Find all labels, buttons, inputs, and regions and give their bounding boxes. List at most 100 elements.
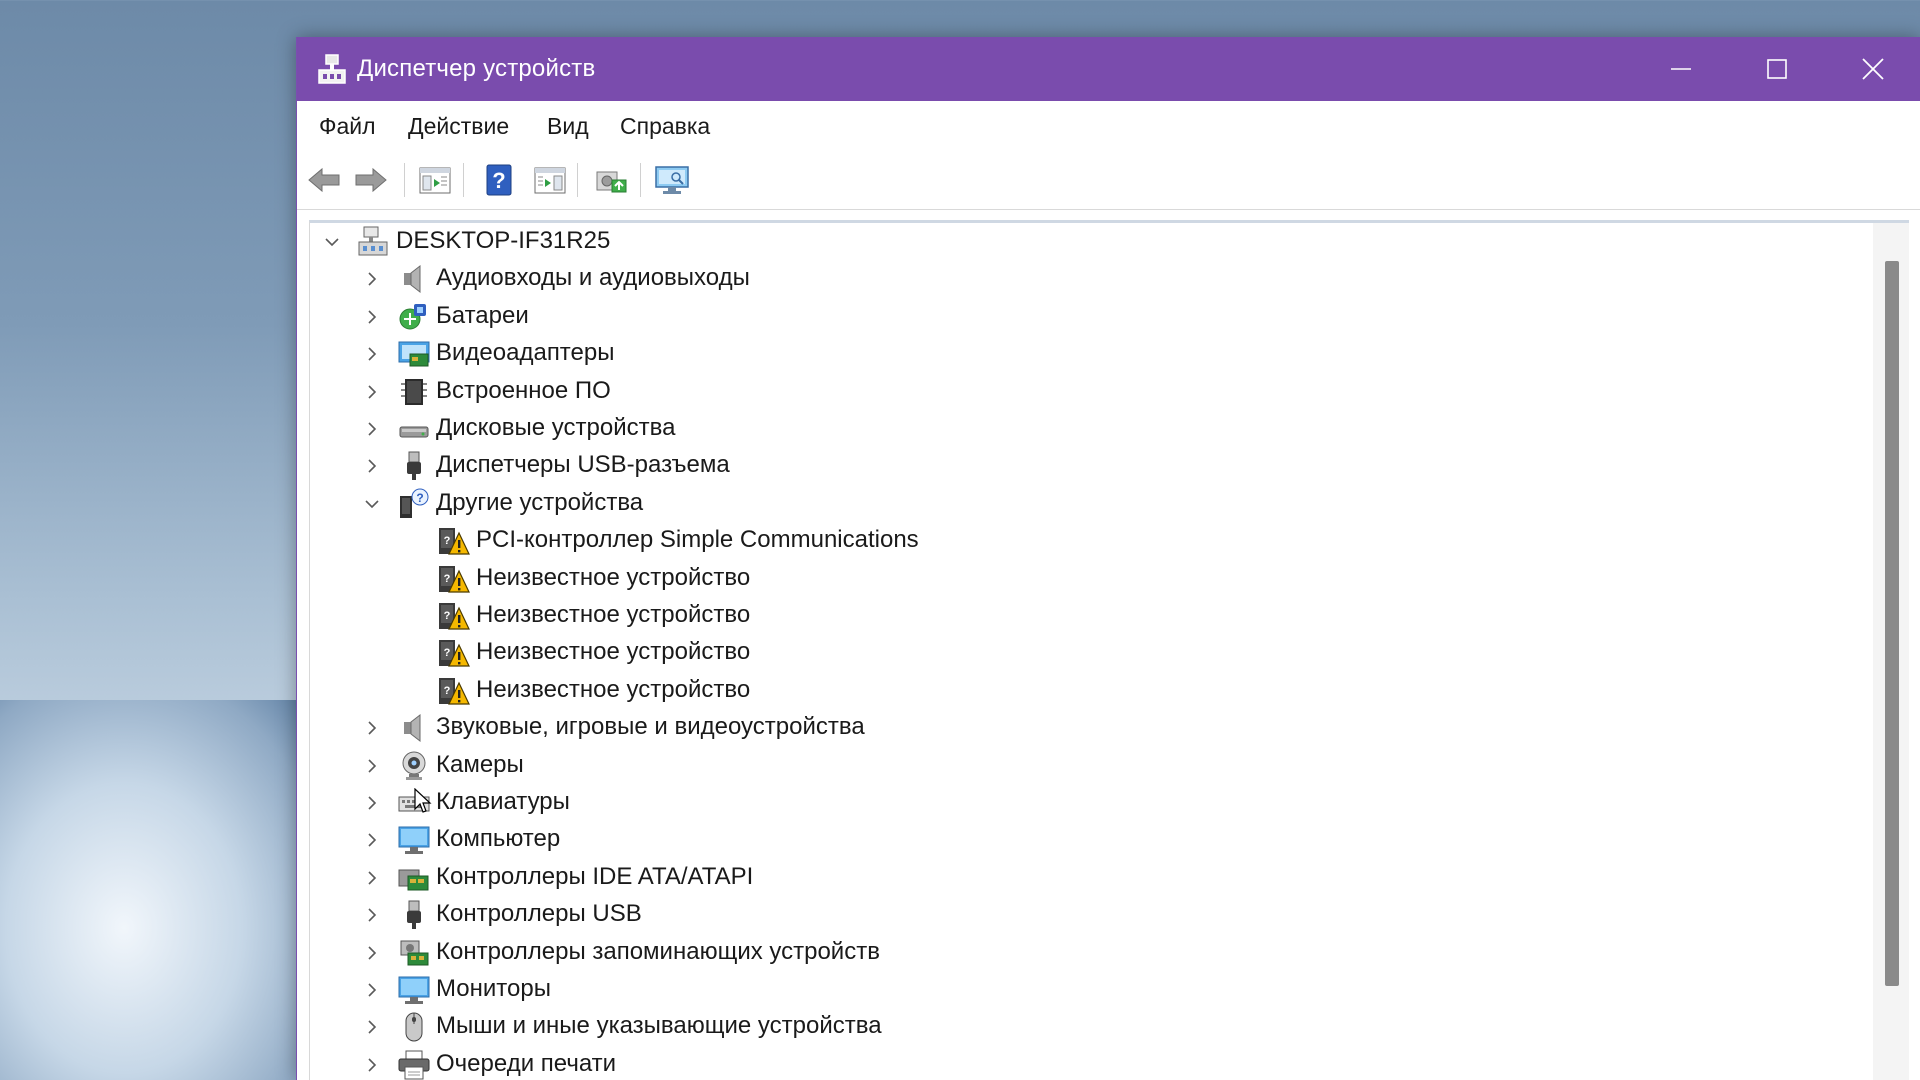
device-tree-panel: DESKTOP-IF31R25 Аудиовходы и аудиовыходы… — [309, 220, 1909, 1080]
menu-help[interactable]: Справка — [620, 113, 710, 140]
scrollbar-thumb[interactable] — [1885, 261, 1899, 986]
expand-toggle[interactable] — [362, 830, 382, 850]
expand-toggle[interactable] — [362, 344, 382, 364]
expand-toggle[interactable] — [362, 1055, 382, 1075]
tree-item[interactable]: Контроллеры IDE ATA/ATAPI — [310, 859, 1873, 896]
expand-toggle[interactable] — [362, 980, 382, 1000]
tree-item[interactable]: Дисковые устройства — [310, 410, 1873, 447]
chevron-right-icon — [368, 946, 377, 960]
tree-item[interactable]: Компьютер — [310, 821, 1873, 858]
tree-item[interactable]: Очереди печати — [310, 1046, 1873, 1080]
update-driver-icon — [596, 171, 627, 193]
monitor-icon — [398, 976, 430, 1004]
title-bar[interactable]: Диспетчер устройств — [297, 37, 1920, 101]
tree-item[interactable]: Контроллеры USB — [310, 896, 1873, 933]
expand-toggle[interactable] — [362, 868, 382, 888]
chevron-right-icon — [368, 310, 377, 324]
tree-item[interactable]: Аудиовходы и аудиовыходы — [310, 260, 1873, 297]
properties-button[interactable] — [415, 161, 455, 199]
svg-text:?: ? — [444, 685, 451, 697]
back-arrow-icon — [308, 167, 340, 193]
tree-item[interactable]: Видеоадаптеры — [310, 335, 1873, 372]
maximize-button[interactable] — [1729, 37, 1825, 101]
tree-item[interactable]: Мыши и иные указывающие устройства — [310, 1008, 1873, 1045]
tree-item[interactable]: Встроенное ПО — [310, 373, 1873, 410]
expand-toggle[interactable] — [362, 1017, 382, 1037]
tree-child-item[interactable]: ? Неизвестное устройство — [310, 672, 1873, 709]
device-manager-window: Диспетчер устройств Файл Действие Вид Сп… — [296, 37, 1920, 1080]
vertical-scrollbar[interactable] — [1873, 223, 1909, 1080]
unknown-device-warning-icon: ? — [439, 566, 470, 593]
forward-button[interactable] — [351, 161, 391, 199]
expand-toggle[interactable] — [322, 232, 342, 252]
svg-text:?: ? — [492, 168, 505, 193]
menu-action[interactable]: Действие — [408, 113, 509, 140]
tree-item-label: Звуковые, игровые и видеоустройства — [436, 713, 865, 740]
svg-text:?: ? — [444, 573, 451, 585]
close-icon — [1862, 58, 1884, 80]
show-hidden-button[interactable] — [530, 161, 570, 199]
expand-toggle[interactable] — [362, 905, 382, 925]
update-driver-button[interactable] — [591, 161, 631, 199]
tree-item[interactable]: Камеры — [310, 747, 1873, 784]
tree-item[interactable]: Клавиатуры — [310, 784, 1873, 821]
scan-hardware-button[interactable] — [652, 161, 692, 199]
tree-child-item[interactable]: ? Неизвестное устройство — [310, 597, 1873, 634]
tree-root-computer[interactable]: DESKTOP-IF31R25 — [310, 223, 1873, 260]
svg-text:?: ? — [444, 535, 451, 547]
expand-toggle[interactable] — [362, 382, 382, 402]
toolbar-separator — [404, 163, 405, 197]
tree-item[interactable]: Батареи — [310, 298, 1873, 335]
usb-icon — [407, 900, 421, 929]
expand-toggle[interactable] — [362, 756, 382, 776]
menu-view[interactable]: Вид — [547, 113, 589, 140]
tree-item-label: Аудиовходы и аудиовыходы — [436, 264, 750, 291]
back-button[interactable] — [304, 161, 344, 199]
forward-arrow-icon — [355, 167, 387, 193]
expand-toggle[interactable] — [362, 718, 382, 738]
tree-item[interactable]: Диспетчеры USB-разъема — [310, 447, 1873, 484]
expand-toggle[interactable] — [362, 269, 382, 289]
close-button[interactable] — [1825, 37, 1920, 101]
tree-item[interactable]: Мониторы — [310, 971, 1873, 1008]
tree-item-label: Неизвестное устройство — [476, 601, 751, 628]
device-tree: DESKTOP-IF31R25 Аудиовходы и аудиовыходы… — [310, 223, 1873, 1080]
tree-item[interactable]: Звуковые, игровые и видеоустройства — [310, 709, 1873, 746]
expand-toggle[interactable] — [362, 793, 382, 813]
chevron-right-icon — [368, 1058, 377, 1072]
tree-item[interactable]: ? Другие устройства — [310, 485, 1873, 522]
expand-toggle[interactable] — [362, 307, 382, 327]
device-manager-icon — [318, 54, 346, 84]
show-hidden-icon — [534, 167, 566, 194]
tree-item-label: Другие устройства — [436, 489, 644, 516]
expand-toggle[interactable] — [362, 494, 382, 514]
menu-file[interactable]: Файл — [319, 113, 376, 140]
help-button[interactable]: ? — [479, 161, 519, 199]
tree-item-label: Дисковые устройства — [436, 414, 676, 441]
expand-toggle[interactable] — [362, 419, 382, 439]
chevron-right-icon — [368, 721, 377, 735]
tree-child-item[interactable]: ? Неизвестное устройство — [310, 560, 1873, 597]
tree-item-label: Камеры — [436, 751, 524, 778]
menu-bar: Файл Действие Вид Справка — [297, 101, 1920, 152]
expand-toggle[interactable] — [362, 943, 382, 963]
speaker-icon — [404, 264, 421, 294]
tree-item-label: Встроенное ПО — [436, 377, 611, 404]
minimize-button[interactable] — [1633, 37, 1729, 101]
chevron-right-icon — [368, 833, 377, 847]
chevron-right-icon — [368, 459, 377, 473]
chevron-down-icon — [325, 238, 339, 247]
chevron-right-icon — [368, 347, 377, 361]
tree-item-label: Клавиатуры — [436, 788, 570, 815]
toolbar: ? — [297, 151, 1920, 210]
tree-item[interactable]: Контроллеры запоминающих устройств — [310, 934, 1873, 971]
tree-child-item[interactable]: ? Неизвестное устройство — [310, 634, 1873, 671]
disk-drive-icon — [399, 426, 429, 438]
tree-item-label: Неизвестное устройство — [476, 676, 751, 703]
tree-child-item[interactable]: ? PCI-контроллер Simple Communications — [310, 522, 1873, 559]
unknown-device-warning-icon: ? — [439, 603, 470, 630]
mouse-cursor-icon — [414, 788, 432, 813]
tree-item-label: Неизвестное устройство — [476, 564, 751, 591]
expand-toggle[interactable] — [362, 456, 382, 476]
chevron-right-icon — [368, 385, 377, 399]
